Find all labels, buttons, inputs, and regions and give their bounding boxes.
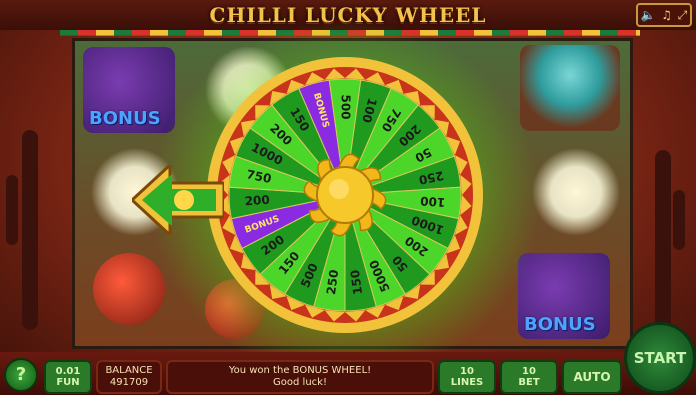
sun-highlight: [329, 179, 349, 199]
auto-button[interactable]: AUTO: [562, 360, 622, 394]
bet-value: 10: [522, 366, 536, 377]
balance-label: BALANCE: [105, 365, 153, 376]
tequila-glass-symbol: [530, 149, 622, 235]
message-line-2: Good luck!: [273, 377, 327, 388]
help-button[interactable]: ?: [4, 358, 38, 392]
maracas-symbol: [93, 253, 165, 325]
wheel-segment-label: 100: [420, 194, 446, 210]
game-stage: CHILLI LUCKY WHEEL 🔈 ♫ ⤢ BONUS BONUS 500…: [0, 0, 696, 395]
balance-value: 491709: [109, 377, 149, 388]
bonus-label: BONUS: [89, 108, 161, 129]
bonus-wheel: 500 100 7502005025010010002005050001502505…: [207, 57, 483, 333]
cactus-left: [22, 130, 38, 330]
music-note-icon[interactable]: ♫: [661, 8, 672, 22]
lines-label: LINES: [450, 377, 484, 388]
speaker-icon[interactable]: 🔈: [641, 8, 656, 22]
bonus-symbol: BONUS: [83, 47, 175, 133]
lines-button[interactable]: 10 LINES: [438, 360, 496, 394]
cactus-left-arm: [6, 175, 18, 245]
bet-label: BET: [518, 377, 540, 388]
bet-button[interactable]: 10 BET: [500, 360, 558, 394]
message-line-1: You won the BONUS WHEEL!: [228, 365, 372, 376]
settings-panel: 🔈 ♫ ⤢: [636, 3, 692, 27]
cactus-right: [655, 150, 671, 335]
message-box: You won the BONUS WHEEL! Good luck!: [166, 360, 434, 394]
cactus-right-arm: [673, 190, 685, 250]
fullscreen-icon[interactable]: ⤢: [678, 8, 688, 23]
coin-label: FUN: [56, 377, 80, 388]
mexican-man-symbol: [520, 45, 620, 131]
coin-value: 0.01: [55, 366, 81, 377]
sun-arrow-pointer-icon: [132, 165, 224, 235]
bonus-label: BONUS: [524, 314, 596, 335]
coin-value-button[interactable]: 0.01 FUN: [44, 360, 92, 394]
balance-box: BALANCE 491709: [96, 360, 162, 394]
start-button[interactable]: START: [624, 322, 696, 394]
lines-value: 10: [460, 366, 474, 377]
wheel-segment-label: 500: [339, 94, 353, 119]
bonus-symbol: BONUS: [518, 253, 610, 339]
auto-label: AUTO: [573, 369, 611, 384]
wheel-segment-label: 200: [244, 193, 270, 209]
